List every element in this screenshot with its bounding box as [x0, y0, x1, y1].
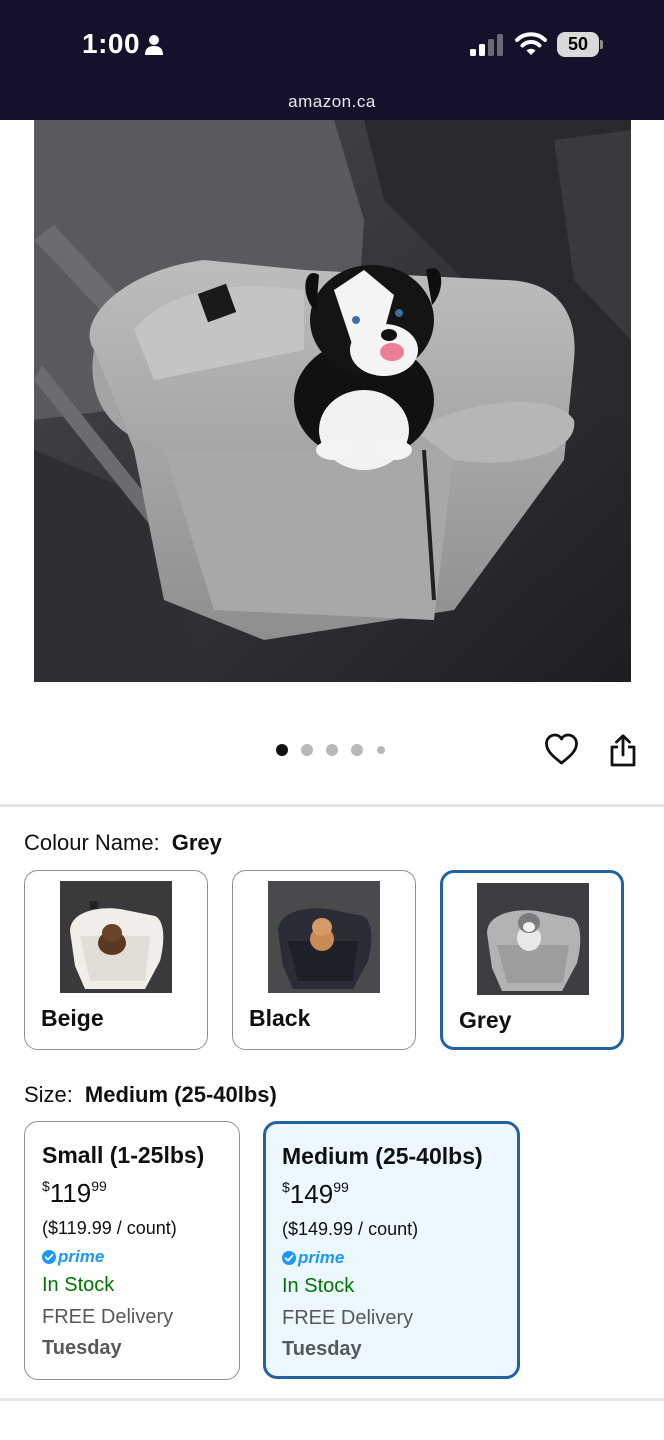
colour-option-black[interactable]: Black — [232, 870, 416, 1050]
carousel-dot[interactable] — [351, 744, 363, 756]
colour-selected-value: Grey — [171, 830, 222, 855]
unit-price: ($149.99 / count) — [282, 1219, 419, 1239]
grey-thumbnail — [477, 883, 589, 995]
wifi-icon — [515, 32, 547, 55]
prime-badge: prime — [282, 1247, 344, 1269]
battery-level: 50 — [567, 34, 589, 54]
section-divider — [0, 1398, 664, 1401]
address-bar-url[interactable]: amazon.ca — [0, 92, 664, 112]
beige-thumbnail — [60, 881, 172, 993]
black-thumbnail — [268, 881, 380, 993]
delivery-day: Tuesday — [282, 1338, 362, 1360]
stock-status: In Stock — [42, 1274, 115, 1296]
heart-icon[interactable] — [544, 733, 579, 766]
size-selected-value: Medium (25-40lbs) — [84, 1082, 277, 1107]
share-icon[interactable] — [609, 734, 637, 767]
delivery-text: FREE Delivery — [42, 1306, 174, 1328]
product-image[interactable] — [34, 120, 631, 682]
swatch-name: Grey — [459, 1007, 512, 1033]
carousel-dot[interactable] — [326, 744, 338, 756]
delivery-day: Tuesday — [42, 1337, 122, 1359]
colour-option-grey[interactable]: Grey — [440, 870, 624, 1050]
cellular-signal-icon — [470, 34, 503, 56]
battery-indicator: 50 — [557, 32, 603, 57]
prime-badge: prime — [42, 1246, 104, 1268]
carousel-dot[interactable] — [301, 744, 313, 756]
section-divider — [0, 804, 664, 807]
status-bar: 1:00 50 amazon.ca — [0, 0, 664, 120]
swatch-name: Black — [249, 1005, 311, 1031]
size-price: $11999 — [42, 1178, 107, 1208]
unit-price: ($119.99 / count) — [42, 1218, 177, 1238]
size-option-small[interactable]: Small (1-25lbs) $11999 ($119.99 / count)… — [24, 1121, 240, 1380]
dog-car-seat-photo — [34, 120, 631, 682]
colour-label: Colour Name: — [24, 830, 160, 855]
swatch-name: Beige — [41, 1005, 104, 1031]
colour-label-row: Colour Name: Grey — [24, 830, 222, 856]
size-label-row: Size: Medium (25-40lbs) — [24, 1082, 277, 1108]
status-time: 1:00 — [82, 28, 141, 59]
carousel-dot[interactable] — [377, 746, 385, 754]
colour-option-beige[interactable]: Beige — [24, 870, 208, 1050]
size-price: $14999 — [282, 1179, 349, 1209]
stock-status: In Stock — [282, 1275, 355, 1297]
person-icon — [145, 35, 163, 55]
size-option-medium[interactable]: Medium (25-40lbs) $14999 ($149.99 / coun… — [263, 1121, 520, 1379]
prime-check-icon — [282, 1251, 296, 1265]
size-title: Medium (25-40lbs) — [282, 1143, 483, 1169]
delivery-text: FREE Delivery — [282, 1307, 414, 1329]
size-title: Small (1-25lbs) — [42, 1142, 205, 1168]
prime-check-icon — [42, 1250, 56, 1264]
size-label: Size: — [24, 1082, 73, 1107]
carousel-dot[interactable] — [276, 744, 288, 756]
